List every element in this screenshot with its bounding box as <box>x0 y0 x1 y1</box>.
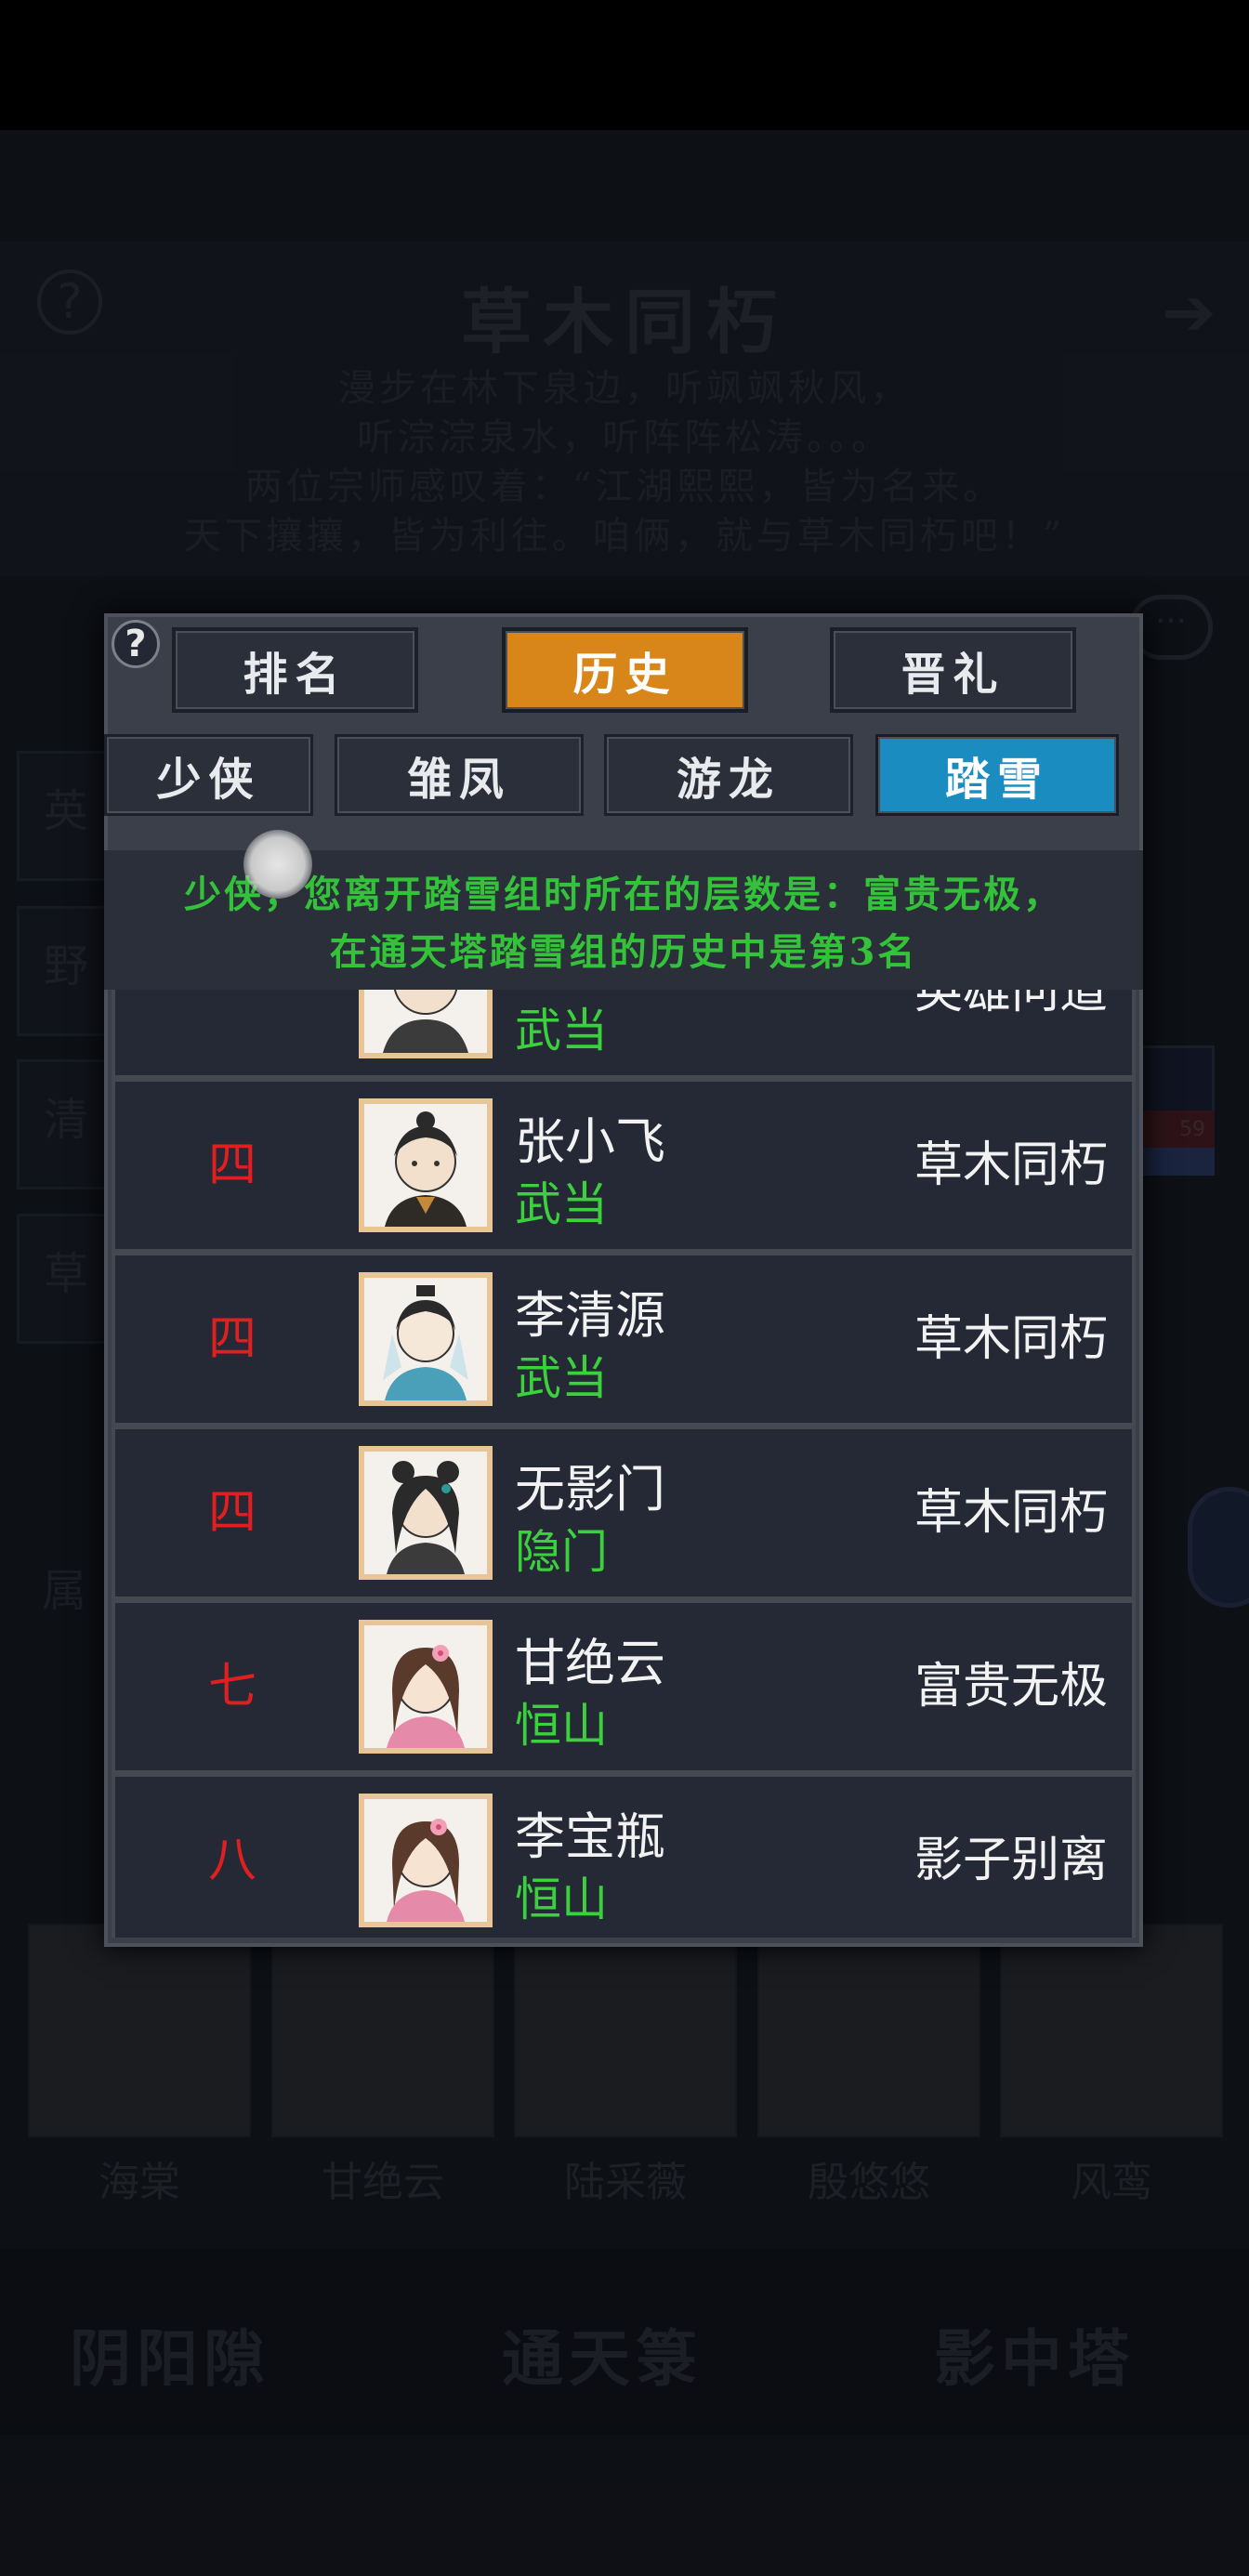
female-portrait-icon <box>387 1819 465 1922</box>
history-list[interactable]: 武当 英雄问道 四 张小飞 武当 草木同朽 四 李清源 武当 草木同朽 四 无影… <box>112 990 1136 1938</box>
status-bar <box>0 0 1249 130</box>
player-sect: 恒山 <box>515 1873 608 1926</box>
list-item[interactable]: 八 李宝瓶 恒山 影子别离 <box>115 1777 1132 1938</box>
player-name: 李宝瓶 <box>515 1807 665 1866</box>
player-floor: 草木同朽 <box>914 1485 1108 1541</box>
help-icon[interactable]: ? <box>112 620 160 668</box>
avatar <box>359 1446 493 1580</box>
player-sect: 恒山 <box>515 1699 608 1753</box>
player-floor: 影子别离 <box>914 1833 1108 1888</box>
player-sect: 武当 <box>515 1004 608 1058</box>
player-name: 张小飞 <box>515 1112 665 1171</box>
avatar <box>359 1620 493 1754</box>
avatar <box>359 990 493 1058</box>
avatar <box>359 1272 493 1406</box>
player-floor: 富贵无极 <box>914 1659 1108 1715</box>
male-portrait-icon <box>385 1111 467 1227</box>
tab-history[interactable]: 历史 <box>502 627 748 713</box>
avatar <box>359 1098 493 1232</box>
rank-label: 四 <box>208 1137 257 1193</box>
rank-label: 四 <box>208 1311 257 1367</box>
list-item[interactable]: 四 无影门 隐门 草木同朽 <box>115 1429 1132 1597</box>
subtab-youlong[interactable]: 游龙 <box>604 734 853 816</box>
player-floor: 草木同朽 <box>914 1311 1108 1367</box>
message-line: 在通天塔踏雪组的历史中是第3名 <box>329 930 918 974</box>
player-sect: 隐门 <box>515 1525 608 1579</box>
player-name: 无影门 <box>515 1460 665 1518</box>
tab-ranking[interactable]: 排名 <box>172 627 418 713</box>
subtab-chufeng[interactable]: 雏凤 <box>335 734 584 816</box>
female-portrait-icon <box>387 1461 465 1574</box>
rank-label: 四 <box>208 1485 257 1541</box>
player-sect: 武当 <box>515 1351 608 1405</box>
message-line: 少侠，您离开踏雪组时所在的层数是：富贵无极， <box>184 873 1063 916</box>
subtab-taxue[interactable]: 踏雪 <box>875 734 1119 816</box>
male-portrait-icon <box>383 990 468 1053</box>
rank-label: 八 <box>208 1833 257 1888</box>
tab-promotion[interactable]: 晋礼 <box>830 627 1076 713</box>
game-screen: { "background": { "title": "草木同朽", "poem… <box>0 0 1249 2576</box>
avatar <box>359 1794 493 1927</box>
rank-label: 七 <box>208 1659 257 1715</box>
list-item[interactable]: 四 李清源 武当 草木同朽 <box>115 1255 1132 1423</box>
subtab-shaoxia[interactable]: 少侠 <box>104 734 313 816</box>
touch-indicator <box>243 830 312 899</box>
list-item[interactable]: 武当 英雄问道 <box>115 990 1132 1075</box>
player-name: 甘绝云 <box>515 1634 665 1692</box>
female-portrait-icon <box>387 1645 465 1748</box>
list-item[interactable]: 七 甘绝云 恒山 富贵无极 <box>115 1603 1132 1770</box>
player-name: 李清源 <box>515 1286 665 1345</box>
player-floor: 英雄问道 <box>914 990 1108 1019</box>
male-portrait-icon <box>383 1285 468 1400</box>
player-sect: 武当 <box>515 1177 608 1231</box>
list-item[interactable]: 四 张小飞 武当 草木同朽 <box>115 1082 1132 1249</box>
player-floor: 草木同朽 <box>914 1137 1108 1193</box>
